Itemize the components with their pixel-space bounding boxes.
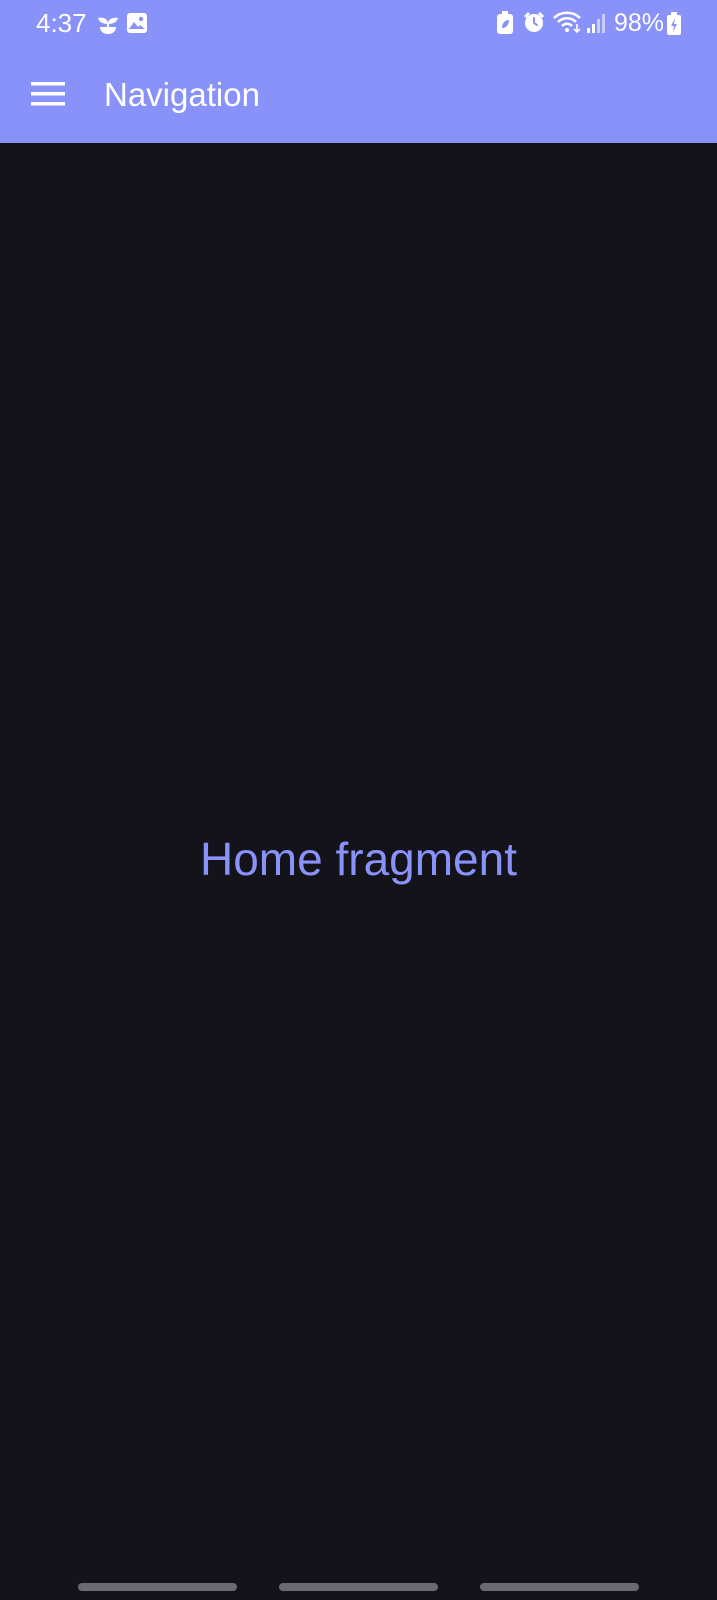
- nav-back-button[interactable]: [480, 1583, 639, 1591]
- toolbar-title: Navigation: [104, 76, 260, 113]
- toolbar: Navigation: [0, 46, 717, 143]
- status-time: 4:37: [36, 8, 87, 38]
- home-fragment-text: Home fragment: [199, 833, 517, 885]
- nav-recents-button[interactable]: [78, 1583, 237, 1591]
- system-navigation-bar: [0, 1553, 717, 1600]
- app-screen: 4:37 98% Navigation Home fragment: [0, 0, 717, 1600]
- signal-icon: [587, 14, 605, 33]
- image-icon: [127, 13, 147, 33]
- battery-saver-icon: [497, 11, 513, 34]
- menu-button[interactable]: [20, 66, 76, 122]
- alarm-icon: [524, 12, 544, 32]
- home-fragment-container: Home fragment: [0, 143, 717, 1553]
- nav-home-button[interactable]: [279, 1583, 438, 1591]
- sprout-icon: [98, 17, 118, 34]
- wifi-icon: [553, 11, 581, 34]
- battery-charging-icon: [667, 12, 681, 35]
- battery-percent: 98%: [614, 9, 665, 37]
- hamburger-menu-icon: [31, 82, 65, 106]
- status-bar: 4:37 98%: [0, 0, 717, 46]
